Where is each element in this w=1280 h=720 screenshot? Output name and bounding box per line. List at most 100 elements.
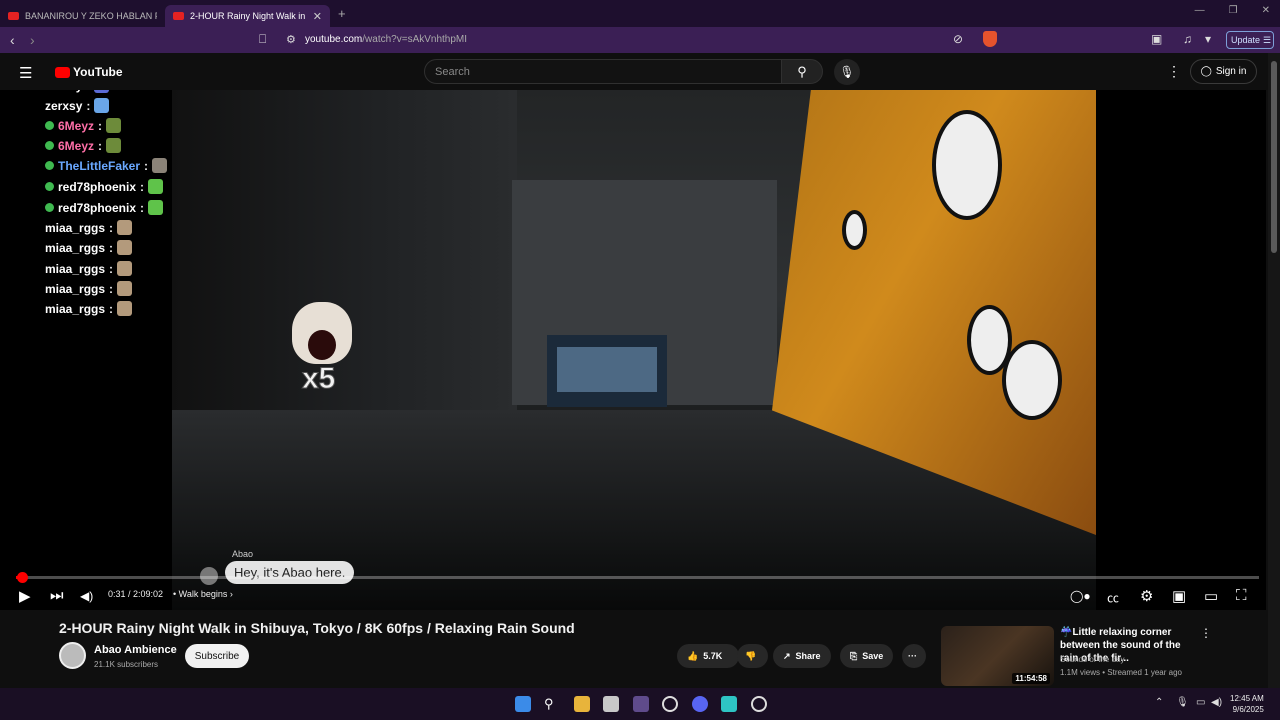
subscribe-button[interactable]: Subscribe (185, 644, 249, 668)
music-icon[interactable]: ♫ (1183, 32, 1192, 46)
save-button[interactable]: ⎘ Save (840, 644, 894, 668)
chat-username: zerxsy (45, 90, 82, 93)
chat-message: miaa_rggs: (45, 301, 133, 316)
recommended-channel[interactable]: Sounds of the day (1060, 655, 1125, 664)
browser-tab-bar: BANANIROU Y ZEKO HABLAN POR S 2-HOUR Rai… (0, 0, 1280, 27)
recommended-thumbnail[interactable]: 11:54:58 (941, 626, 1054, 686)
tray-expand-icon[interactable]: ⌃ (1155, 697, 1163, 708)
voice-search-button[interactable]: 🎙 (834, 59, 860, 85)
no-eye-icon[interactable]: ⊘ (953, 32, 963, 46)
recommended-meta: 1.1M views • Streamed 1 year ago (1060, 668, 1182, 677)
recommended-menu-icon[interactable]: ⋮ (1200, 626, 1212, 640)
fullscreen-icon[interactable]: ⛶ (1236, 587, 1247, 604)
chat-message: 6Meyz: (45, 138, 122, 153)
search-taskbar-icon[interactable]: ⚲ (544, 696, 560, 712)
update-button[interactable]: Update ☰ (1226, 31, 1274, 49)
page-scrollbar[interactable] (1268, 53, 1280, 688)
notepad-icon[interactable] (721, 696, 737, 712)
channel-name[interactable]: Abao Ambience (94, 644, 177, 656)
minimize-icon[interactable]: — (1195, 5, 1205, 16)
forward-icon[interactable]: › (30, 32, 35, 48)
taskbar-clock[interactable]: 12:45 AM 9/6/2025 (1230, 693, 1264, 715)
chat-separator: : (109, 261, 114, 276)
next-icon[interactable]: ⏭ (50, 587, 64, 604)
search-input[interactable]: Search (424, 59, 782, 84)
video-player[interactable]: zerxsy:zerxsy:6Meyz:6Meyz:TheLittleFaker… (0, 90, 1266, 610)
emote-icon (152, 158, 168, 173)
chat-separator: : (98, 138, 103, 153)
chat-message: miaa_rggs: (45, 220, 133, 235)
search-button[interactable]: ⚲ (781, 59, 823, 84)
twitch-app-icon[interactable] (633, 696, 649, 712)
clock-date: 9/6/2025 (1232, 705, 1264, 714)
restore-icon[interactable]: ❐ (1229, 5, 1238, 16)
chat-separator: : (86, 90, 90, 93)
sign-in-button[interactable]: ◯ Sign in (1190, 59, 1257, 84)
brave-shield-icon[interactable] (983, 31, 997, 47)
store-icon[interactable] (603, 696, 619, 712)
emote-icon (106, 118, 122, 133)
tray-mic-icon[interactable]: 🎙 (1176, 697, 1189, 708)
hamburger-menu-icon[interactable]: ☰ (19, 64, 32, 82)
chat-separator: : (140, 200, 145, 215)
emote-icon (117, 301, 133, 316)
site-info-icon[interactable]: ⚙ (286, 33, 296, 46)
tab-rainy-walk[interactable]: 2-HOUR Rainy Night Walk in Shibu ✕ (165, 5, 330, 27)
url-field[interactable]: youtube.com/watch?v=sAkVnhthpMI (305, 34, 467, 45)
chat-username: miaa_rggs (45, 240, 106, 255)
progress-bar[interactable] (16, 572, 1259, 583)
file-explorer-icon[interactable] (574, 696, 590, 712)
chat-username: zerxsy (45, 98, 83, 113)
chat-username: red78phoenix (58, 179, 137, 194)
miniplayer-icon[interactable]: ▣ (1172, 587, 1186, 605)
scrollbar-thumb[interactable] (1271, 61, 1277, 253)
chat-message: red78phoenix: (45, 200, 164, 215)
chapter-button[interactable]: • Walk begins › (173, 589, 233, 599)
tray-network-icon[interactable]: ▭ (1196, 697, 1205, 708)
tab-bananirou[interactable]: BANANIROU Y ZEKO HABLAN POR S (0, 5, 165, 27)
chat-separator: : (144, 158, 149, 173)
emote-icon (117, 261, 133, 276)
dislike-button[interactable]: 👎 (737, 644, 768, 668)
chat-username: miaa_rggs (45, 261, 106, 276)
settings-app-icon[interactable] (751, 696, 767, 712)
chapter-label: Walk begins (178, 589, 228, 599)
close-tab-icon[interactable]: ✕ (313, 10, 322, 23)
sidebar-icon[interactable]: ▣ (1151, 32, 1162, 46)
chat-username: red78phoenix (58, 200, 137, 215)
youtube-play-logo-icon (55, 66, 70, 78)
chatgpt-icon[interactable] (662, 696, 678, 712)
emote-icon (117, 281, 133, 296)
close-window-icon[interactable]: ✕ (1262, 5, 1270, 16)
tray-volume-icon[interactable]: ◀) (1211, 697, 1222, 708)
scrubber-handle[interactable] (16, 572, 28, 583)
update-label: Update (1231, 35, 1261, 45)
share-button[interactable]: ↗ Share (773, 644, 831, 668)
badge-icon (45, 182, 54, 191)
theater-mode-icon[interactable]: ▭ (1204, 587, 1218, 605)
settings-kebab-icon[interactable]: ⋮ (1167, 63, 1181, 80)
volume-icon[interactable]: ◀) (80, 589, 93, 603)
captions-icon[interactable]: ㏄ (1107, 589, 1119, 606)
channel-avatar[interactable] (59, 642, 86, 669)
youtube-logo[interactable]: YouTube (55, 65, 123, 79)
more-actions-button[interactable]: ··· (902, 644, 926, 668)
autoplay-toggle[interactable]: ◯● (1070, 589, 1091, 603)
play-icon[interactable]: ▶ (19, 587, 31, 605)
new-tab-button[interactable]: + (338, 6, 346, 21)
chat-separator: : (109, 281, 114, 296)
settings-gear-icon[interactable]: ⚙ (1140, 587, 1153, 605)
discord-icon[interactable] (692, 696, 708, 712)
emote-icon (94, 98, 110, 113)
wallet-icon[interactable]: ▾ (1205, 32, 1211, 46)
logo-text: YouTube (73, 65, 123, 79)
share-icon: ↗ (783, 650, 791, 661)
thumbs-down-icon: 👎 (745, 650, 757, 661)
back-icon[interactable]: ‹ (10, 32, 15, 48)
start-icon[interactable] (515, 696, 531, 712)
emote-icon (94, 90, 110, 93)
clock-time: 12:45 AM (1230, 694, 1264, 703)
bookmark-icon[interactable]: ⎕ (259, 32, 266, 47)
like-button[interactable]: 👍 5.7K (677, 644, 739, 668)
thumbs-up-icon: 👍 (687, 650, 699, 661)
